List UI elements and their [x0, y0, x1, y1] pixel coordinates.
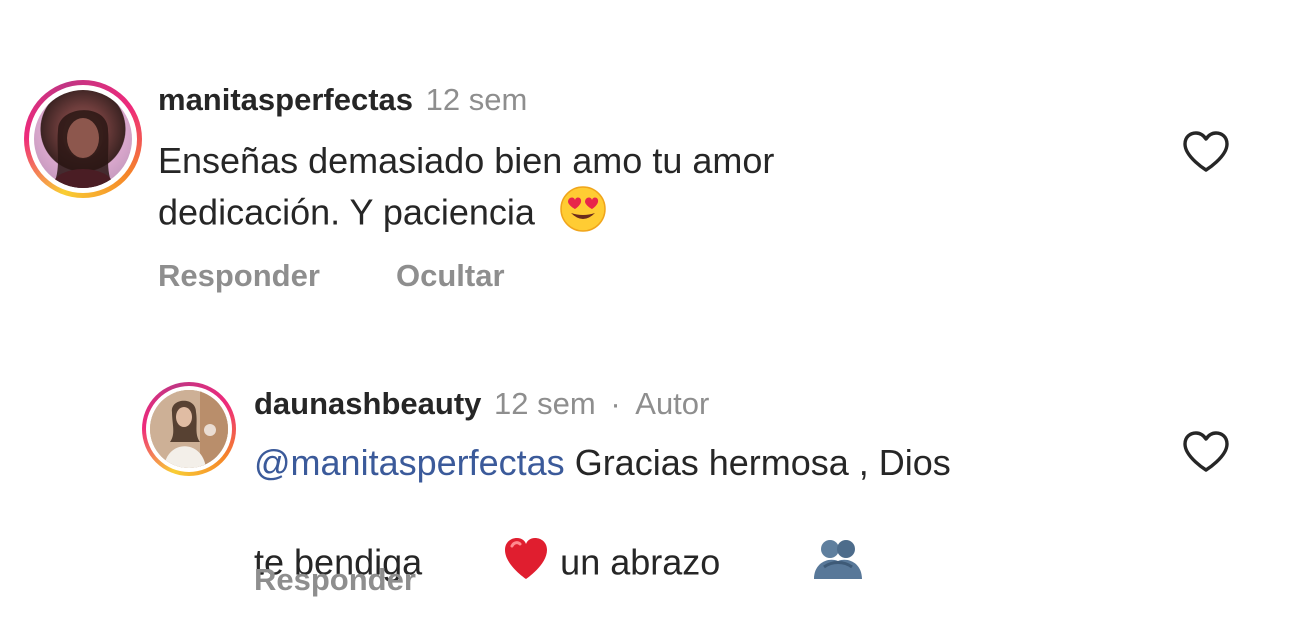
reply-button[interactable]: Responder [158, 258, 320, 294]
comment-line: Enseñas demasiado bien amo tu amor [158, 140, 775, 181]
comment-text: un abrazo [550, 541, 731, 583]
timestamp: 12 sem [425, 82, 528, 117]
like-heart-icon[interactable] [1181, 430, 1231, 474]
comment-body: @manitasperfectas Gracias hermosa , Dios… [254, 438, 951, 643]
hide-button[interactable]: Ocultar [396, 258, 505, 294]
timestamp: 12 sem [494, 386, 596, 421]
username[interactable]: daunashbeauty [254, 386, 481, 421]
avatar [150, 390, 228, 468]
story-ring[interactable] [142, 382, 236, 476]
story-ring[interactable] [24, 80, 142, 198]
red-heart-emoji-icon [422, 487, 550, 643]
comment-manitasperfectas: manitasperfectas 12 sem Enseñas demasiad… [0, 0, 1290, 320]
people-hugging-emoji-icon [730, 488, 866, 642]
comment-text: Gracias hermosa , Dios [564, 442, 951, 483]
comment-body: Enseñas demasiado bien amo tu amor dedic… [158, 136, 774, 245]
username[interactable]: manitasperfectas [158, 82, 413, 117]
reply-button[interactable]: Responder [254, 562, 416, 598]
heart-eyes-emoji-icon [559, 185, 607, 245]
comment-line: @manitasperfectas Gracias hermosa , Dios [254, 438, 951, 487]
mention-link[interactable]: @manitasperfectas [254, 442, 565, 483]
comment-daunashbeauty: daunashbeauty 12 sem · Autor @manitasper… [0, 360, 1290, 623]
avatar [34, 90, 132, 188]
comment-header: manitasperfectas 12 sem [158, 82, 527, 118]
comment-line: dedicación. Y paciencia [158, 185, 774, 245]
separator: · [610, 386, 621, 421]
comment-header: daunashbeauty 12 sem · Autor [254, 386, 709, 422]
comment-text: dedicación. Y paciencia [158, 191, 535, 233]
like-heart-icon[interactable] [1181, 130, 1231, 174]
author-badge: Autor [635, 386, 710, 421]
